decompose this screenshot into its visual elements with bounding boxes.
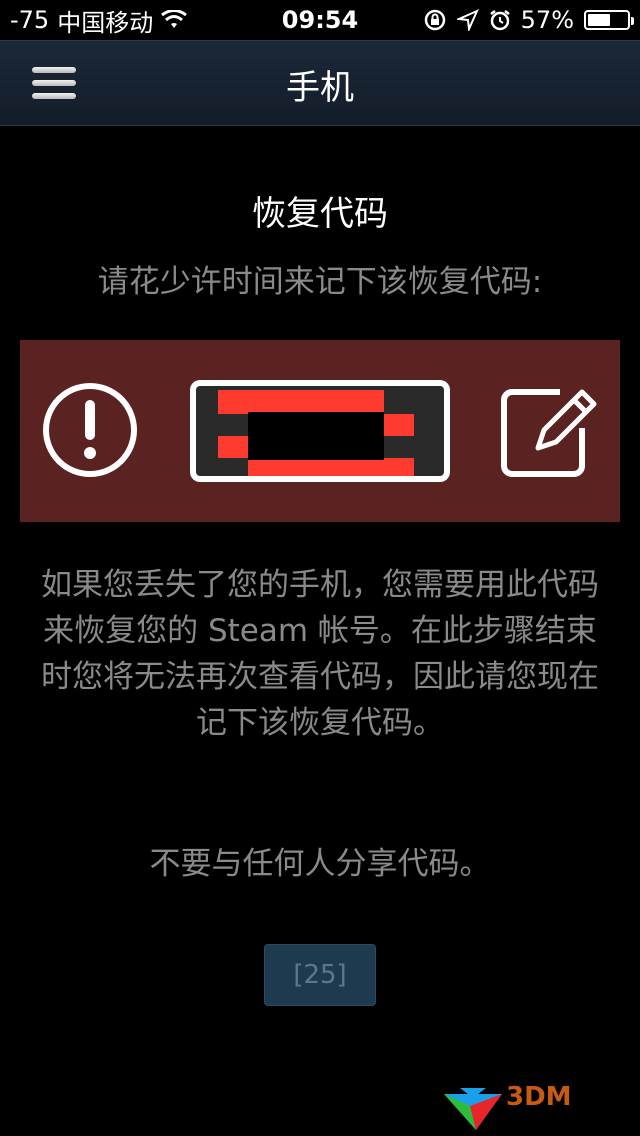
watermark-logo-icon (444, 1088, 502, 1130)
redaction-bar (384, 414, 414, 436)
page-title: 手机 (286, 67, 354, 108)
recovery-code-box (190, 380, 450, 482)
recovery-code-description: 如果您丢失了您的手机，您需要用此代码来恢复您的 Steam 帐号。在此步骤结束时… (41, 567, 599, 741)
redaction-block (248, 412, 384, 460)
status-bar: -75 中国移动 09:54 57% (0, 0, 640, 40)
exclamation-circle-icon (43, 383, 137, 477)
section-heading: 恢复代码 (252, 194, 388, 234)
battery-percent: 57% (520, 6, 574, 34)
watermark: 3DM (442, 1080, 632, 1132)
pencil-square-icon (501, 389, 597, 477)
continue-countdown-button[interactable]: [25] (264, 944, 376, 1006)
watermark-text: 3DM (506, 1082, 572, 1112)
battery-icon (584, 10, 634, 30)
redaction-bar (218, 390, 384, 414)
section-subheading: 请花少许时间来记下该恢复代码: (97, 264, 543, 300)
recovery-code-redacted (196, 386, 444, 476)
alarm-clock-icon (489, 10, 510, 31)
status-right: 57% (423, 0, 634, 40)
redaction-bar (218, 436, 248, 458)
clock-time: 09:54 (281, 6, 359, 34)
location-arrow-icon (456, 9, 479, 31)
battery-level (588, 14, 610, 26)
share-warning: 不要与任何人分享代码。 (149, 846, 491, 882)
redaction-bar (248, 458, 414, 476)
recovery-code-panel (20, 340, 620, 522)
rotation-lock-icon (424, 9, 445, 31)
nav-bar: 手机 (0, 40, 640, 126)
